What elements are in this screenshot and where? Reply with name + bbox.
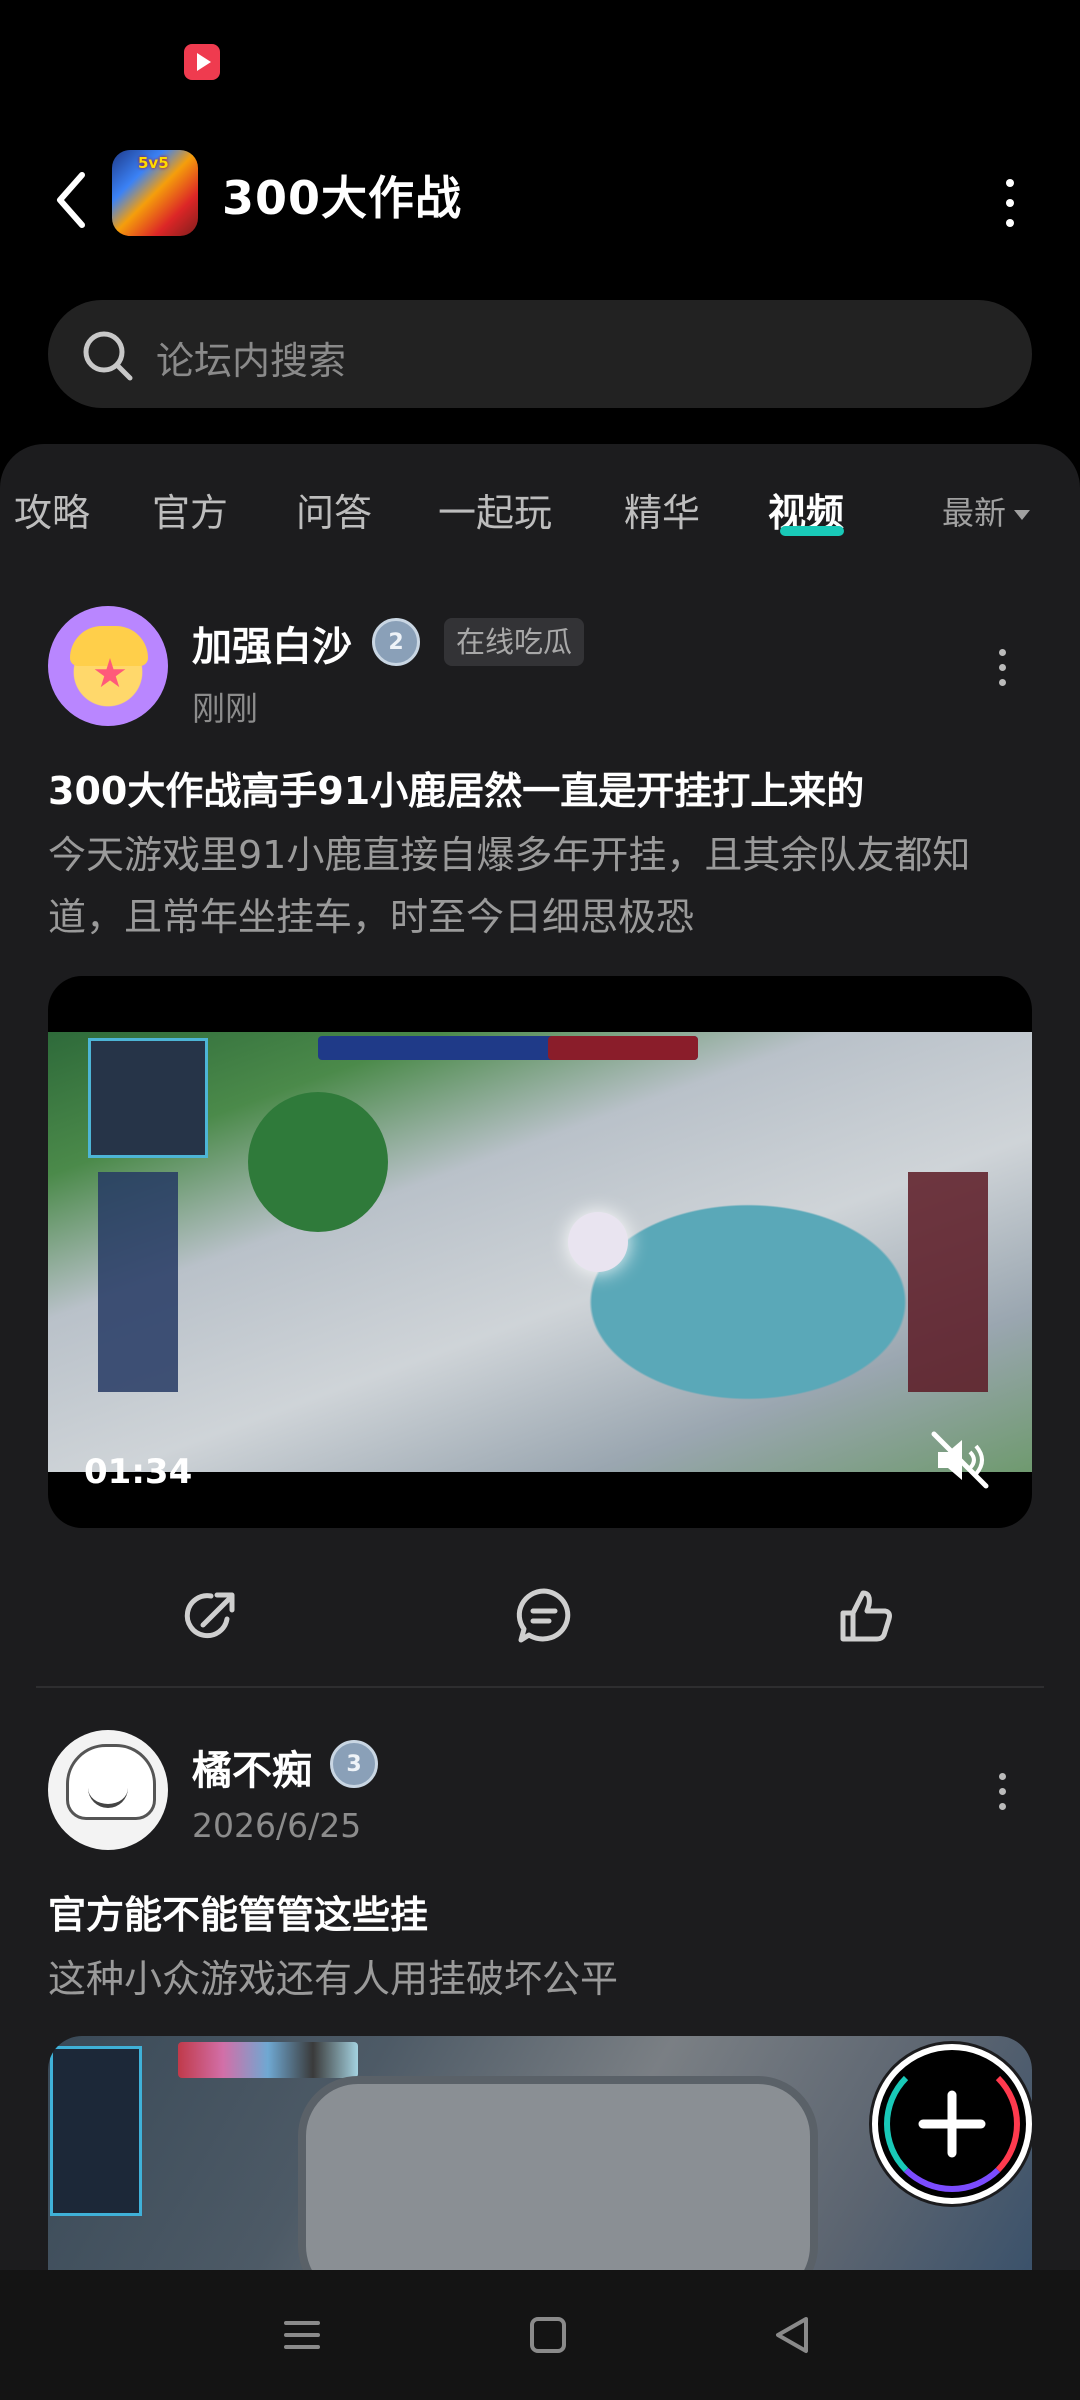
tab-play-together[interactable]: 一起玩	[438, 482, 552, 537]
sort-label: 最新	[942, 494, 1007, 532]
tab-qa[interactable]: 问答	[296, 482, 372, 537]
chevron-left-icon	[57, 172, 85, 228]
tab-bar: 攻略 官方 问答 一起玩 精华 视频 最新	[0, 444, 1080, 568]
page-title: 300大作战	[222, 171, 463, 225]
post-more-button[interactable]	[992, 642, 1012, 692]
header: 5v5 300大作战	[0, 110, 1080, 280]
more-dot-icon	[998, 663, 1006, 671]
game-minimap	[88, 1038, 208, 1158]
game-team-right	[908, 1172, 988, 1392]
thumbs-up-icon	[840, 1590, 892, 1642]
mute-icon[interactable]	[928, 1428, 992, 1492]
caret-down-icon	[1014, 510, 1031, 520]
video-duration: 01:34	[84, 1452, 193, 1492]
more-dot-icon	[1006, 199, 1014, 207]
user-avatar[interactable]	[48, 1730, 168, 1850]
back-button[interactable]	[46, 160, 96, 240]
home-square-icon	[530, 2317, 566, 2353]
more-dot-icon	[998, 1772, 1006, 1780]
video-thumbnail	[48, 1032, 1032, 1472]
tab-guides[interactable]: 攻略	[14, 482, 90, 537]
plus-icon	[918, 2090, 986, 2158]
post-title[interactable]: 300大作战高手91小鹿居然一直是开挂打上来的	[48, 760, 864, 815]
more-dot-icon	[1006, 179, 1014, 187]
system-nav-bar	[0, 2270, 1080, 2400]
post-more-button[interactable]	[992, 1766, 1012, 1816]
game-arena	[298, 2076, 818, 2270]
username[interactable]: 橘不痴	[192, 1738, 312, 1796]
more-dot-icon	[998, 648, 1006, 656]
game-avatar[interactable]: 5v5	[112, 150, 198, 236]
home-button[interactable]	[508, 2300, 588, 2370]
status-bar	[0, 0, 1080, 110]
video-app-notification-icon	[184, 44, 220, 80]
tab-featured[interactable]: 精华	[624, 482, 700, 537]
system-back-button[interactable]	[752, 2300, 832, 2370]
post-actions	[0, 1568, 1080, 1664]
create-post-button[interactable]	[872, 2044, 1032, 2204]
more-dot-icon	[998, 678, 1006, 686]
active-tab-indicator	[780, 526, 844, 536]
video-player[interactable]: 01:34	[48, 976, 1032, 1528]
game-scoreboard-enemy	[548, 1036, 698, 1060]
feed-panel: 攻略 官方 问答 一起玩 精华 视频 最新 加强白沙 2 在线吃瓜 刚刚 300…	[0, 444, 1080, 2270]
comment-icon	[516, 1588, 571, 1643]
post-time: 2026/6/25	[192, 1806, 362, 1845]
game-tree	[248, 1092, 388, 1232]
game-team-left	[98, 1172, 178, 1392]
comment-button[interactable]	[496, 1568, 592, 1664]
game-minimap	[50, 2046, 142, 2216]
username[interactable]: 加强白沙	[192, 614, 352, 672]
recent-apps-button[interactable]	[262, 2300, 342, 2370]
more-options-button[interactable]	[990, 168, 1030, 238]
user-tag: 在线吃瓜	[444, 618, 585, 666]
more-dot-icon	[998, 1802, 1006, 1810]
game-avatar-badge: 5v5	[138, 154, 169, 172]
user-avatar[interactable]	[48, 606, 168, 726]
search-input[interactable]: 论坛内搜索	[48, 300, 1032, 408]
share-button[interactable]	[164, 1568, 260, 1664]
post-body[interactable]: 这种小众游戏还有人用挂破坏公平	[48, 1948, 1028, 2010]
like-button[interactable]	[818, 1568, 914, 1664]
back-triangle-icon	[776, 2317, 808, 2353]
more-dot-icon	[1006, 219, 1014, 227]
sort-dropdown[interactable]: 最新	[942, 488, 1031, 534]
post-divider	[36, 1686, 1044, 1688]
more-dot-icon	[998, 1787, 1006, 1795]
search-placeholder: 论坛内搜索	[156, 339, 347, 383]
game-hero-portraits	[178, 2042, 358, 2078]
tab-official[interactable]: 官方	[152, 482, 228, 537]
post-title[interactable]: 官方能不能管管这些挂	[48, 1884, 428, 1939]
post-body[interactable]: 今天游戏里91小鹿直接自爆多年开挂，且其余队友都知道，且常年坐挂车，时至今日细思…	[48, 824, 1028, 948]
share-icon	[184, 1592, 235, 1639]
level-badge-icon: 2	[372, 618, 420, 666]
game-hero	[568, 1212, 628, 1272]
post-time: 刚刚	[192, 689, 258, 728]
menu-icon	[284, 2321, 320, 2349]
level-badge-icon: 3	[330, 1740, 378, 1788]
search-icon	[83, 331, 133, 381]
